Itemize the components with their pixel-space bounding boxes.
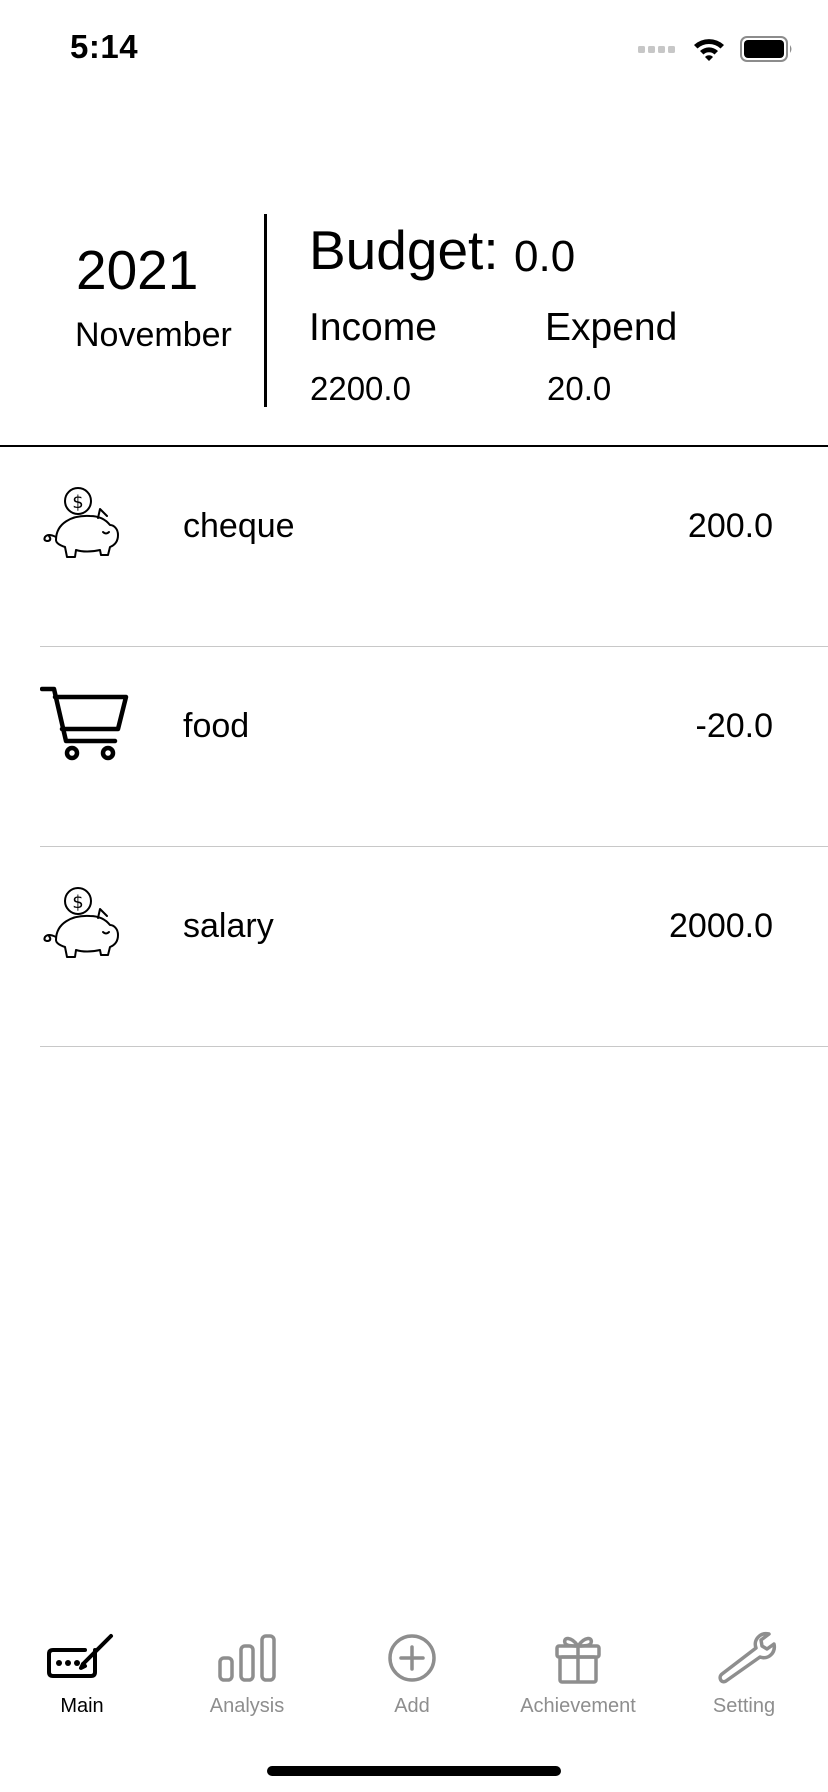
wrench-icon [718, 1631, 777, 1684]
home-indicator [267, 1766, 561, 1776]
transaction-row[interactable]: food -20.0 [40, 647, 828, 847]
tab-bar: Main Analysis Add Achievement Setting [0, 1630, 828, 1730]
expend-label: Expend [545, 306, 678, 349]
tab-setting-label: Setting [712, 1695, 776, 1717]
year-label: 2021 [76, 239, 199, 301]
gift-icon [555, 1636, 601, 1684]
income-label: Income [309, 306, 437, 349]
transaction-name: cheque [183, 507, 295, 545]
tab-main[interactable]: Main [7, 1630, 157, 1718]
tab-achievement-label: Achievement [520, 1695, 636, 1717]
shopping-cart-icon [40, 686, 129, 761]
tab-add-label: Add [394, 1695, 430, 1717]
transaction-row[interactable]: $ cheque 200.0 [40, 447, 828, 647]
cellular-signal-icon [638, 46, 675, 53]
status-time: 5:14 [70, 28, 139, 65]
plus-circle-icon [388, 1634, 436, 1682]
edit-card-icon [47, 1634, 113, 1678]
tab-setting[interactable]: Setting [669, 1630, 819, 1718]
transaction-amount: -20.0 [695, 707, 774, 745]
svg-text:$: $ [72, 892, 83, 913]
month-label: November [75, 316, 232, 354]
transaction-amount: 200.0 [687, 507, 773, 545]
transaction-row[interactable]: $ salary 2000.0 [40, 847, 828, 1047]
tab-achievement[interactable]: Achievement [503, 1630, 653, 1718]
transaction-name: food [183, 707, 250, 745]
wifi-icon [694, 39, 724, 61]
svg-text:$: $ [72, 492, 83, 513]
piggy-bank-icon: $ [43, 487, 119, 558]
header-divider [264, 214, 267, 407]
piggy-bank-icon: $ [43, 887, 119, 958]
status-icons [638, 34, 794, 64]
budget-label: Budget: [309, 219, 499, 281]
transaction-name: salary [183, 907, 274, 945]
transaction-amount: 2000.0 [669, 907, 773, 945]
tab-analysis-label: Analysis [209, 1695, 285, 1717]
expend-value: 20.0 [547, 370, 612, 407]
tab-main-label: Main [60, 1695, 104, 1717]
income-value: 2200.0 [310, 370, 411, 407]
bar-chart-icon [218, 1634, 276, 1682]
row-separator [40, 1046, 828, 1047]
battery-icon [740, 36, 792, 62]
tab-analysis[interactable]: Analysis [172, 1630, 322, 1718]
budget-value: 0.0 [514, 232, 576, 281]
tab-add[interactable]: Add [337, 1630, 487, 1718]
